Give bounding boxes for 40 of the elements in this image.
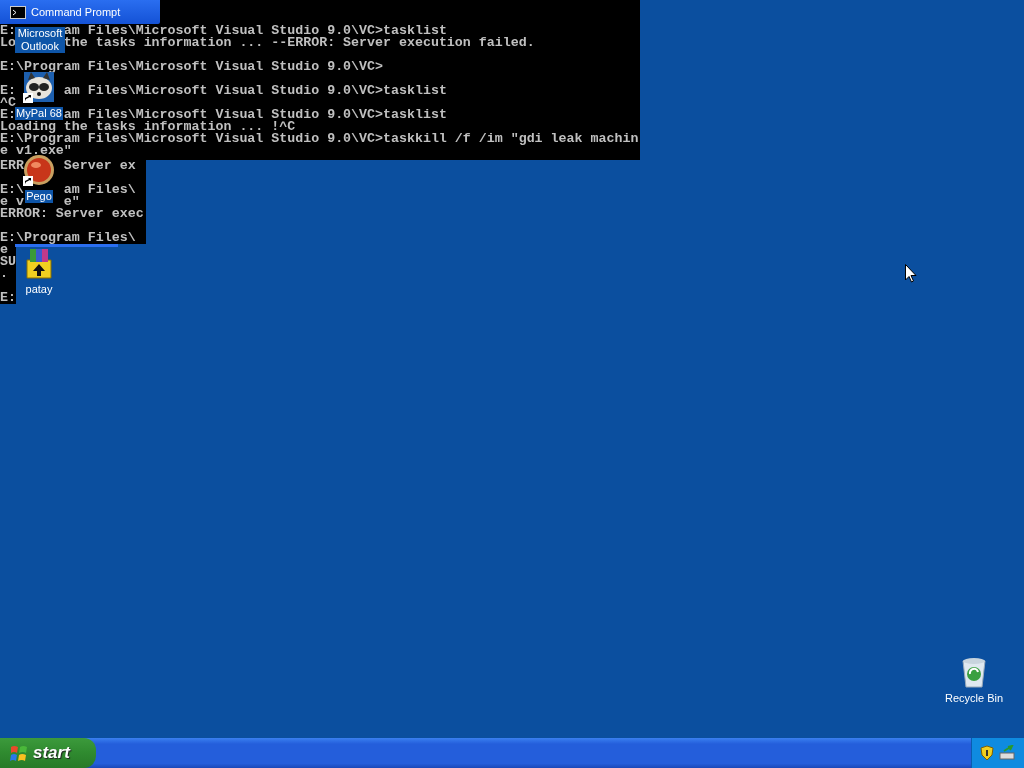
icon-label[interactable]: Microsoft Outlook: [15, 27, 65, 53]
console-text: .: [0, 268, 8, 280]
console-text: ERROR: Server exec: [0, 208, 144, 220]
window-title: Command Prompt: [31, 6, 121, 18]
console-text: am Files\Microsoft Visual Studio 9.0\VC>tasklist: [63, 85, 447, 97]
icon-label[interactable]: patay: [24, 283, 54, 296]
window-title-bar[interactable]: Command Prompt: [0, 0, 160, 24]
shield-icon[interactable]: [980, 745, 994, 761]
console-text: e v1.exe": [0, 145, 72, 157]
console-text: am Files\Microsoft Visual Studio 9.0\VC>tasklist: [63, 25, 447, 37]
console-text: E:\Program Files\Microsoft Visual Studio 9.0\VC>: [0, 61, 383, 73]
console-text: E:: [0, 25, 16, 37]
windows-logo-icon: [10, 744, 28, 762]
console-text: Server ex: [63, 160, 136, 172]
console-text: E:: [0, 85, 16, 97]
raccoon-icon[interactable]: [22, 70, 56, 104]
icon-label[interactable]: Pego: [25, 190, 53, 203]
console-text: SU: [0, 256, 16, 268]
icon-label[interactable]: MyPal 68: [15, 107, 63, 120]
console-text: am Files\: [63, 184, 136, 196]
orb-icon[interactable]: [22, 153, 56, 187]
console-text: E:\Program Files\Microsoft Visual Studio 9.0\VC>taskkill /f /im "gdi leak machin: [0, 133, 639, 145]
console-icon: [10, 5, 26, 19]
console-text: e v: [0, 196, 24, 208]
console-text: Lo: [0, 37, 16, 49]
console-text: E:\: [0, 184, 24, 196]
console-text: ^C: [0, 97, 16, 109]
console-text: E:: [0, 292, 16, 304]
mouse-pointer-icon: [905, 264, 917, 283]
start-button[interactable]: start: [0, 738, 96, 768]
console-text: ERR: [0, 160, 24, 172]
console-text: Loading the tasks information ... !^C: [0, 121, 296, 133]
icon-label[interactable]: Recycle Bin: [943, 692, 1005, 705]
console-text: e": [63, 196, 80, 208]
network-icon[interactable]: [998, 745, 1016, 761]
console-text: am Files\Microsoft Visual Studio 9.0\VC>tasklist: [63, 109, 447, 121]
console-text: e: [0, 244, 8, 256]
console-text: E:\Program Files\: [0, 232, 136, 244]
console-text: the tasks information ... --ERROR: Server execution failed.: [63, 37, 535, 49]
console-text: E:: [0, 109, 16, 121]
